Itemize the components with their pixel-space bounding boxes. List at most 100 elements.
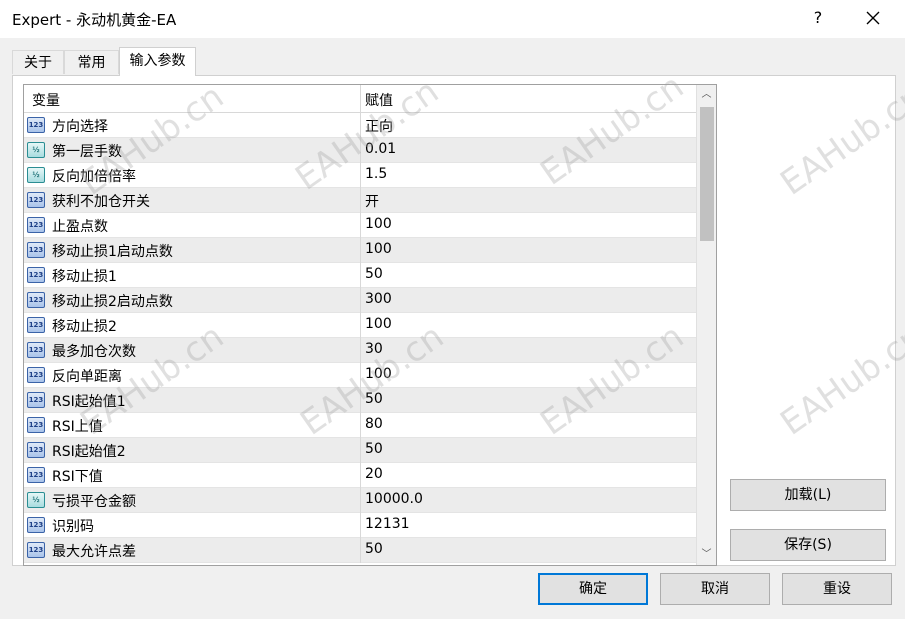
parameter-row[interactable]: ½ 第一层手数 0.01 xyxy=(24,138,696,163)
parameter-name: RSI下值 xyxy=(52,469,103,485)
tab-inputs[interactable]: 输入参数 xyxy=(119,47,196,76)
vertical-scrollbar[interactable]: ︿ ﹀ xyxy=(696,85,716,565)
column-divider xyxy=(360,488,361,513)
parameter-row[interactable]: 123 方向选择 正向 xyxy=(24,113,696,138)
integer-icon: 123 xyxy=(27,342,45,358)
save-button[interactable]: 保存(S) xyxy=(730,529,886,561)
integer-icon: 123 xyxy=(27,392,45,408)
column-divider xyxy=(360,188,361,213)
parameter-name: 最多加仓次数 xyxy=(52,344,136,360)
chevron-up-icon: ︿ xyxy=(701,89,712,100)
load-button[interactable]: 加载(L) xyxy=(730,479,886,511)
parameter-row[interactable]: 123 止盈点数 100 xyxy=(24,213,696,238)
integer-icon: 123 xyxy=(27,267,45,283)
parameter-value[interactable]: 300 xyxy=(365,291,392,307)
column-divider xyxy=(360,388,361,413)
parameter-name: 反向加倍倍率 xyxy=(52,169,136,185)
ok-button[interactable]: 确定 xyxy=(538,573,648,605)
column-divider xyxy=(360,138,361,163)
tab-common[interactable]: 常用 xyxy=(64,50,119,74)
integer-icon: 123 xyxy=(27,542,45,558)
parameter-name: 移动止损1 xyxy=(52,269,117,285)
integer-icon: 123 xyxy=(27,192,45,208)
integer-icon: 123 xyxy=(27,467,45,483)
help-button[interactable]: ? xyxy=(808,6,828,30)
parameter-row[interactable]: 123 RSI起始值1 50 xyxy=(24,388,696,413)
header-value[interactable]: 赋值 xyxy=(365,90,393,110)
parameter-value[interactable]: 100 xyxy=(365,366,392,382)
tab-about[interactable]: 关于 xyxy=(12,50,64,74)
close-icon xyxy=(866,11,880,25)
integer-icon: 123 xyxy=(27,442,45,458)
parameter-row[interactable]: 123 RSI起始值2 50 xyxy=(24,438,696,463)
integer-icon: 123 xyxy=(27,217,45,233)
parameter-value[interactable]: 80 xyxy=(365,416,383,432)
integer-icon: 123 xyxy=(27,317,45,333)
integer-icon: 123 xyxy=(27,417,45,433)
column-divider xyxy=(360,513,361,538)
parameter-name: 止盈点数 xyxy=(52,219,108,235)
integer-icon: 123 xyxy=(27,292,45,308)
column-divider xyxy=(360,263,361,288)
parameter-row[interactable]: 123 最大允许点差 50 xyxy=(24,538,696,563)
cancel-button[interactable]: 取消 xyxy=(660,573,770,605)
double-icon: ½ xyxy=(27,167,45,183)
reset-button[interactable]: 重设 xyxy=(782,573,892,605)
parameter-value[interactable]: 开 xyxy=(365,191,379,211)
parameter-row[interactable]: ½ 亏损平仓金额 10000.0 xyxy=(24,488,696,513)
parameter-name: 移动止损2 xyxy=(52,319,117,335)
parameter-value[interactable]: 100 xyxy=(365,316,392,332)
column-divider xyxy=(360,438,361,463)
grid-header: 变量 赋值 xyxy=(24,85,696,113)
parameter-row[interactable]: 123 反向单距离 100 xyxy=(24,363,696,388)
parameter-row[interactable]: 123 RSI上值 80 xyxy=(24,413,696,438)
parameter-name: 方向选择 xyxy=(52,119,108,135)
parameter-name: 最大允许点差 xyxy=(52,544,136,560)
column-divider xyxy=(360,113,361,138)
parameter-name: 亏损平仓金额 xyxy=(52,494,136,510)
column-divider xyxy=(360,163,361,188)
column-divider xyxy=(360,313,361,338)
parameter-name: 移动止损1启动点数 xyxy=(52,244,173,260)
parameter-value[interactable]: 正向 xyxy=(365,116,393,136)
parameter-row[interactable]: 123 移动止损1 50 xyxy=(24,263,696,288)
parameter-value[interactable]: 12131 xyxy=(365,516,410,532)
parameter-name: 反向单距离 xyxy=(52,369,122,385)
parameter-row[interactable]: 123 获利不加仓开关 开 xyxy=(24,188,696,213)
header-divider[interactable] xyxy=(360,85,361,112)
parameter-row[interactable]: 123 移动止损1启动点数 100 xyxy=(24,238,696,263)
parameter-row[interactable]: 123 移动止损2启动点数 300 xyxy=(24,288,696,313)
integer-icon: 123 xyxy=(27,517,45,533)
grid-rows: 123 方向选择 正向 ½ 第一层手数 0.01 ½ 反向加倍倍率 1.5 123 获利不加仓开关 开… xyxy=(24,113,696,563)
header-variable[interactable]: 变量 xyxy=(32,90,60,110)
column-divider xyxy=(360,288,361,313)
scroll-thumb[interactable] xyxy=(700,107,714,241)
parameter-name: 获利不加仓开关 xyxy=(52,194,150,210)
parameter-value[interactable]: 50 xyxy=(365,441,383,457)
parameter-name: RSI起始值1 xyxy=(52,394,126,410)
integer-icon: 123 xyxy=(27,367,45,383)
parameter-value[interactable]: 30 xyxy=(365,341,383,357)
scroll-up-button[interactable]: ︿ xyxy=(697,85,716,105)
parameter-row[interactable]: 123 最多加仓次数 30 xyxy=(24,338,696,363)
parameter-name: 第一层手数 xyxy=(52,144,122,160)
parameter-row[interactable]: 123 移动止损2 100 xyxy=(24,313,696,338)
parameter-value[interactable]: 10000.0 xyxy=(365,491,423,507)
parameter-row[interactable]: 123 RSI下值 20 xyxy=(24,463,696,488)
parameter-row[interactable]: 123 识别码 12131 xyxy=(24,513,696,538)
parameter-value[interactable]: 50 xyxy=(365,541,383,557)
parameter-value[interactable]: 100 xyxy=(365,241,392,257)
parameter-row[interactable]: ½ 反向加倍倍率 1.5 xyxy=(24,163,696,188)
column-divider xyxy=(360,538,361,563)
parameter-value[interactable]: 50 xyxy=(365,266,383,282)
double-icon: ½ xyxy=(27,142,45,158)
parameter-value[interactable]: 100 xyxy=(365,216,392,232)
parameter-value[interactable]: 20 xyxy=(365,466,383,482)
parameter-value[interactable]: 0.01 xyxy=(365,141,396,157)
parameter-value[interactable]: 50 xyxy=(365,391,383,407)
column-divider xyxy=(360,413,361,438)
parameter-value[interactable]: 1.5 xyxy=(365,166,387,182)
close-button[interactable] xyxy=(860,4,886,32)
scroll-down-button[interactable]: ﹀ xyxy=(697,545,716,565)
chevron-down-icon: ﹀ xyxy=(701,549,712,560)
